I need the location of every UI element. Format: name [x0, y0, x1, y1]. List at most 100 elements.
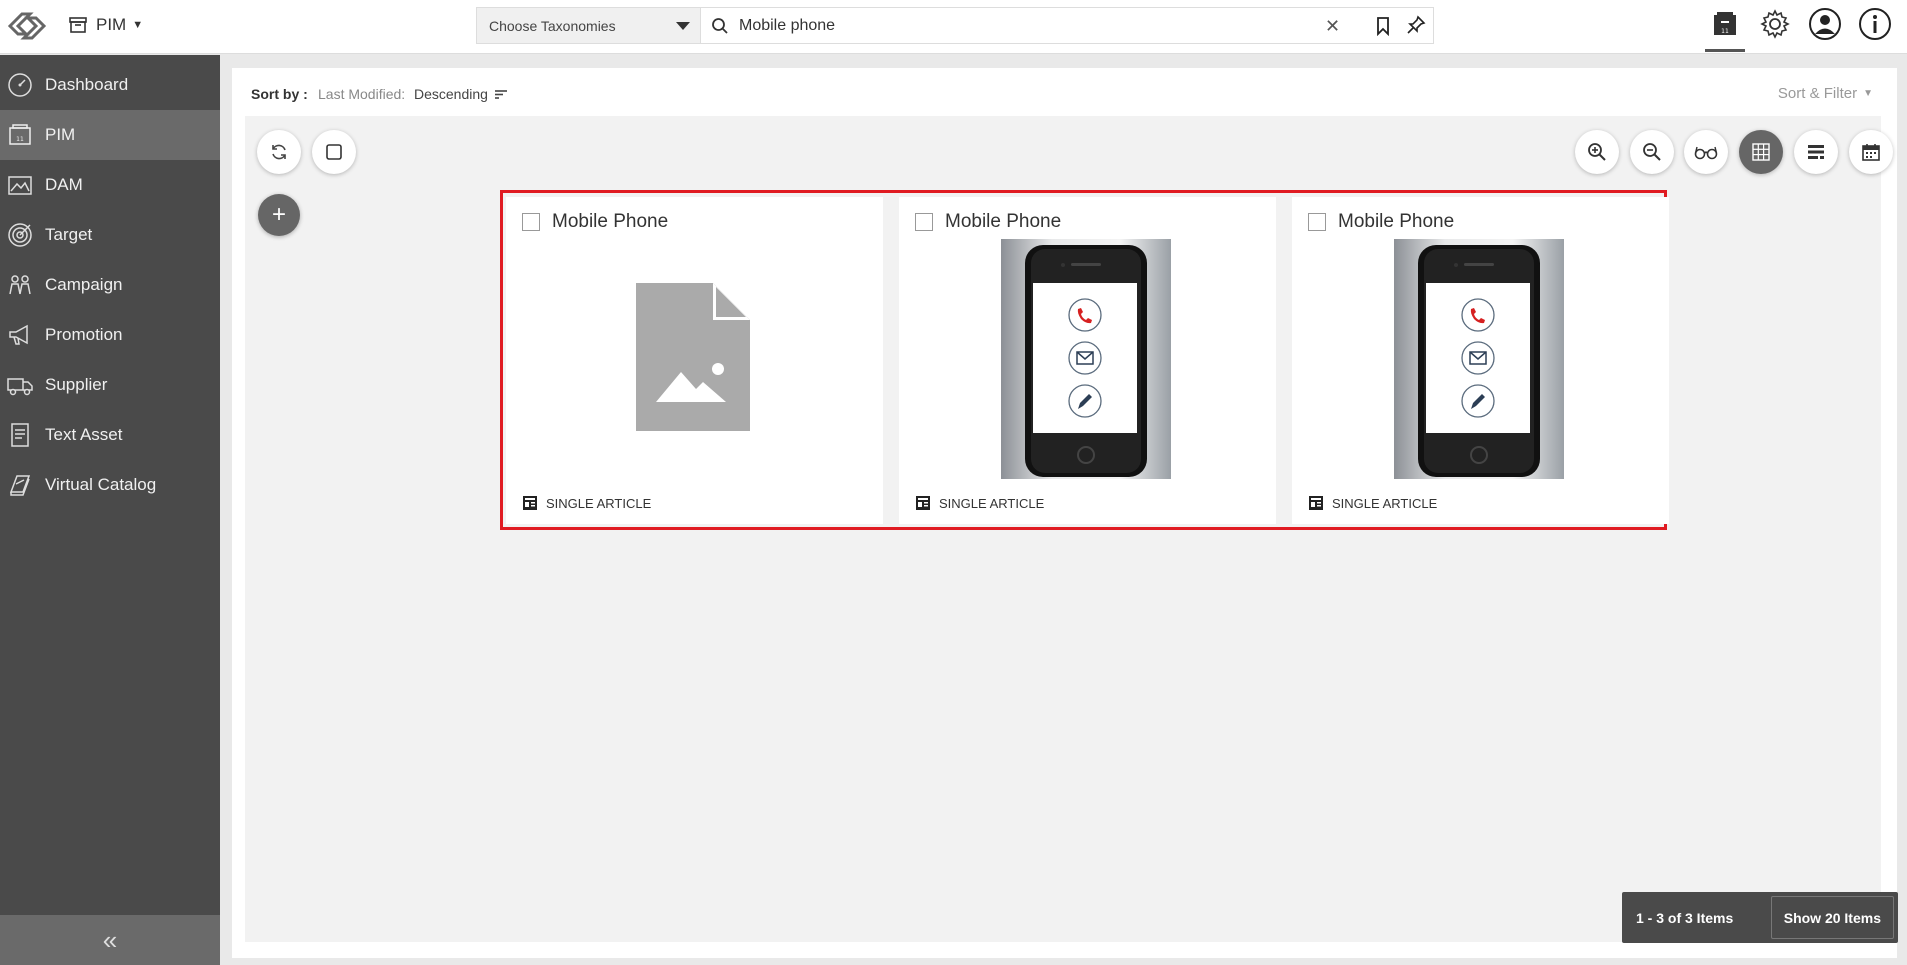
sidebar-item-label: DAM [45, 175, 83, 194]
campaign-icon [6, 271, 34, 299]
search-box: ✕ [700, 7, 1434, 44]
sidebar-item-label: Campaign [45, 275, 123, 294]
product-card[interactable]: Mobile Phone SINGLE ARTICLE [1292, 197, 1669, 524]
module-switcher[interactable]: PIM ▼ [68, 12, 143, 38]
item-count: 1 - 3 of 3 Items [1636, 909, 1734, 926]
article-type-icon [523, 496, 537, 510]
card-type: SINGLE ARTICLE [915, 495, 1044, 511]
sidebar-item-virtual-catalog[interactable]: Virtual Catalog [0, 460, 220, 510]
header-actions: 11 [1705, 6, 1893, 52]
sort-direction-label: Descending [414, 86, 488, 102]
svg-text:11: 11 [1721, 28, 1729, 35]
bookmark-icon[interactable] [1375, 16, 1391, 36]
app-logo-icon[interactable] [4, 6, 50, 46]
catalog-icon [6, 471, 34, 499]
card-type-label: SINGLE ARTICLE [546, 495, 652, 511]
mobile-phone-image [1394, 239, 1564, 479]
card-checkbox[interactable] [522, 213, 540, 231]
refresh-icon [272, 144, 286, 160]
show-items-button[interactable]: Show 20 Items [1770, 896, 1894, 939]
sidebar-item-campaign[interactable]: Campaign [0, 260, 220, 310]
sort-descending-icon [494, 90, 507, 99]
collapse-sidebar-button[interactable]: « [0, 915, 220, 965]
results-grid: Mobile Phone SINGLE ARTICLE Mobile Phone… [500, 190, 1669, 530]
archive-box-icon [69, 17, 87, 33]
glasses-icon [1694, 146, 1718, 160]
sort-direction[interactable]: Descending [414, 86, 508, 102]
card-title: Mobile Phone [1338, 211, 1455, 232]
sidebar-item-label: PIM [45, 125, 76, 144]
sidebar-item-supplier[interactable]: Supplier [0, 360, 220, 410]
refresh-button[interactable] [257, 130, 301, 174]
product-card[interactable]: Mobile Phone SINGLE ARTICLE [899, 197, 1276, 524]
user-avatar-icon[interactable] [1807, 6, 1843, 42]
checkbox-square-icon [326, 144, 342, 160]
card-type-label: SINGLE ARTICLE [939, 495, 1045, 511]
sidebar-item-dashboard[interactable]: Dashboard [0, 60, 220, 110]
sort-filter-toggle[interactable]: Sort & Filter ▼ [1778, 85, 1873, 102]
preview-button[interactable] [1684, 130, 1728, 174]
target-icon [6, 221, 34, 249]
pin-icon[interactable] [1406, 15, 1426, 35]
main-panel: Sort by : Last Modified: Descending Sort… [232, 68, 1898, 958]
pagination-bar: 1 - 3 of 3 Items Show 20 Items [1622, 892, 1898, 943]
zoom-out-icon [1643, 143, 1661, 161]
card-checkbox[interactable] [915, 213, 933, 231]
card-type: SINGLE ARTICLE [1308, 495, 1437, 511]
zoom-in-button[interactable] [1575, 130, 1619, 174]
article-type-icon [916, 496, 930, 510]
text-asset-icon [6, 421, 34, 449]
sidebar-item-label: Text Asset [45, 425, 123, 444]
card-title: Mobile Phone [552, 211, 669, 232]
article-type-icon [1309, 496, 1323, 510]
sidebar-item-target[interactable]: Target [0, 210, 220, 260]
caret-down-icon: ▼ [1863, 88, 1873, 99]
zoom-out-button[interactable] [1630, 130, 1674, 174]
select-all-button[interactable] [312, 130, 356, 174]
dropdown-arrow-icon [676, 22, 690, 30]
sidebar-item-label: Target [45, 225, 93, 244]
sidebar: Dashboard 11 PIM DAM Target Campaign Pro… [0, 55, 220, 965]
sort-bar: Sort by : Last Modified: Descending Sort… [232, 68, 1897, 116]
truck-icon [6, 371, 34, 399]
clear-search-icon[interactable]: ✕ [1325, 16, 1340, 37]
mobile-phone-image [1001, 239, 1171, 479]
results-area: + Mobile Phone SINGLE ARTICLE Mobile Pho… [245, 116, 1898, 943]
card-type-label: SINGLE ARTICLE [1332, 495, 1438, 511]
search-icon [712, 18, 728, 34]
sidebar-item-label: Dashboard [45, 75, 129, 94]
sidebar-item-text-asset[interactable]: Text Asset [0, 410, 220, 460]
svg-text:11: 11 [16, 136, 24, 143]
sidebar-item-pim[interactable]: 11 PIM [0, 110, 220, 160]
add-item-button[interactable]: + [258, 194, 300, 236]
card-checkbox[interactable] [1308, 213, 1326, 231]
taxonomy-placeholder: Choose Taxonomies [489, 17, 616, 34]
card-title: Mobile Phone [945, 211, 1062, 232]
taxonomy-select[interactable]: Choose Taxonomies [476, 7, 700, 44]
list-view-icon [1808, 145, 1824, 159]
double-chevron-left-icon: « [102, 924, 118, 955]
sidebar-item-label: Promotion [45, 325, 123, 344]
sort-filter-label: Sort & Filter [1777, 85, 1858, 102]
placeholder-image-icon [636, 283, 750, 431]
megaphone-icon [6, 321, 34, 349]
pim-icon: 11 [6, 121, 34, 149]
top-bar: PIM ▼ Choose Taxonomies ✕ 11 [0, 0, 1907, 54]
image-icon [6, 171, 34, 199]
list-view-button[interactable] [1794, 130, 1838, 174]
zoom-in-icon [1588, 143, 1606, 161]
sort-by-label: Sort by : [251, 86, 308, 102]
sidebar-item-dam[interactable]: DAM [0, 160, 220, 210]
sidebar-item-promotion[interactable]: Promotion [0, 310, 220, 360]
calendar-view-button[interactable] [1849, 130, 1893, 174]
pim-module-icon[interactable]: 11 [1705, 6, 1745, 52]
settings-gear-icon[interactable] [1757, 6, 1793, 42]
caret-down-icon: ▼ [132, 19, 144, 31]
search-input[interactable] [739, 14, 1299, 38]
grid-view-button[interactable] [1739, 130, 1783, 174]
product-card[interactable]: Mobile Phone SINGLE ARTICLE [506, 197, 883, 524]
info-icon[interactable] [1857, 6, 1893, 42]
sort-field[interactable]: Last Modified: [318, 86, 405, 102]
dashboard-icon [6, 71, 34, 99]
module-label: PIM [96, 15, 127, 34]
